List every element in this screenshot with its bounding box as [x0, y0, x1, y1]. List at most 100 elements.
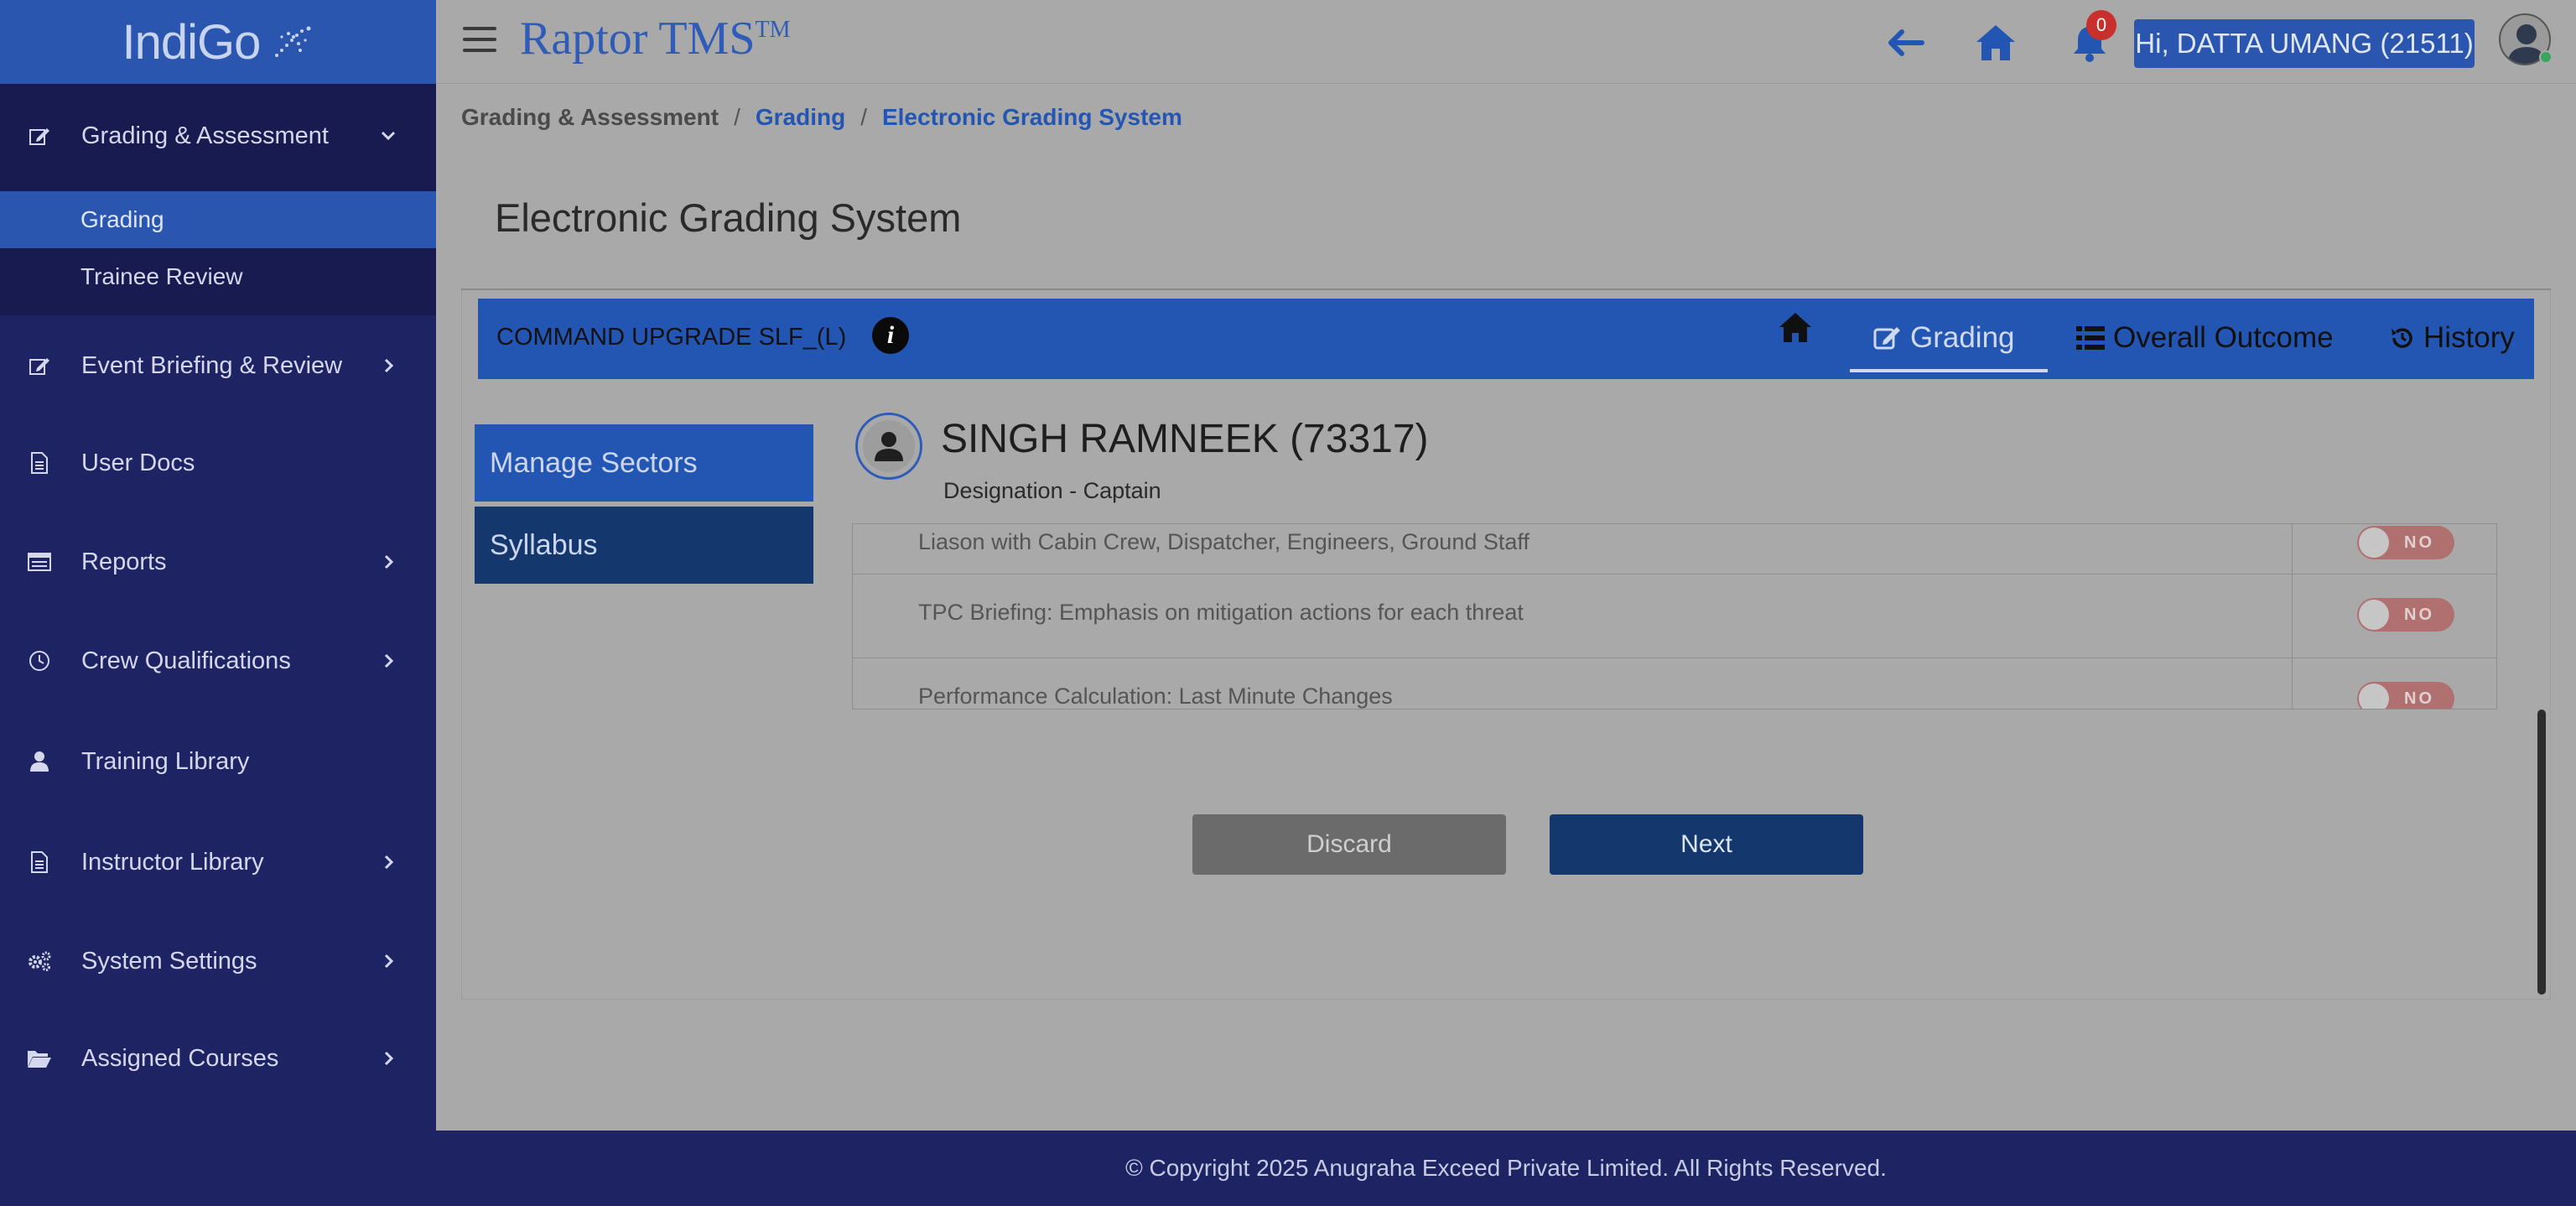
- column-divider: [2292, 524, 2293, 574]
- grading-item-text: Liason with Cabin Crew, Dispatcher, Engi…: [918, 529, 1530, 554]
- indigo-plane-logo-icon: [275, 26, 311, 57]
- breadcrumb: Grading & Assessment / Grading / Electro…: [461, 104, 1182, 131]
- sidebar-item-label: Training Library: [81, 747, 250, 775]
- edit-icon: [27, 123, 52, 148]
- grading-toggle[interactable]: NO: [2357, 682, 2454, 709]
- column-divider: [2292, 574, 2293, 658]
- tab-grading[interactable]: Grading: [1873, 314, 2015, 362]
- list-icon: [2076, 326, 2105, 350]
- sidebar-item-crew-qualifications[interactable]: Crew Qualifications: [0, 636, 436, 686]
- next-button[interactable]: Next: [1550, 814, 1863, 875]
- edit-icon: [27, 353, 52, 378]
- sidebar-item-label: User Docs: [81, 449, 195, 476]
- course-name: COMMAND UPGRADE SLF_(L): [496, 324, 847, 351]
- user-menu-button[interactable]: Hi, DATTA UMANG (21511): [2134, 19, 2475, 68]
- user-icon: [27, 749, 52, 774]
- tab-label: History: [2423, 321, 2515, 354]
- sidebar-subitem-label: Grading: [80, 206, 164, 232]
- chevron-right-icon: [384, 855, 394, 870]
- scrollbar-thumb[interactable]: [2537, 710, 2546, 995]
- sidebar-item-assigned-courses[interactable]: Assigned Courses: [0, 1033, 436, 1084]
- history-icon: [2392, 328, 2412, 348]
- sidebar-item-label: Event Briefing & Review: [81, 351, 343, 379]
- sidebar-item-label: System Settings: [81, 947, 257, 975]
- course-header-bar: COMMAND UPGRADE SLF_(L) i Grading Overal…: [478, 299, 2534, 379]
- footer: © Copyright 2025 Anugraha Exceed Private…: [436, 1131, 2576, 1206]
- sidebar-item-training-library[interactable]: Training Library: [0, 736, 436, 787]
- toggle-knob: [2359, 528, 2389, 558]
- sidebar-item-event-briefing[interactable]: Event Briefing & Review: [0, 340, 436, 391]
- sidebar-subitem-grading[interactable]: Grading: [0, 191, 436, 248]
- sidebar-item-label: Crew Qualifications: [81, 647, 291, 674]
- report-icon: [27, 549, 52, 574]
- grading-toggle[interactable]: NO: [2357, 526, 2454, 559]
- online-status-indicator: [2539, 50, 2553, 64]
- back-arrow-icon[interactable]: [1883, 22, 1927, 64]
- chevron-right-icon: [384, 554, 394, 569]
- table-row: Performance Calculation: Last Minute Cha…: [853, 658, 2496, 709]
- trademark: TM: [755, 17, 791, 43]
- grading-items-table[interactable]: Liason with Cabin Crew, Dispatcher, Engi…: [852, 523, 2497, 710]
- sidebar-item-system-settings[interactable]: System Settings: [0, 936, 436, 986]
- sidebar-item-reports[interactable]: Reports: [0, 537, 436, 587]
- breadcrumb-grading[interactable]: Grading: [756, 104, 845, 131]
- logo-bar: IndiGo: [0, 0, 436, 84]
- notification-badge: 0: [2086, 10, 2116, 40]
- app-brand: Raptor TMSTM: [520, 12, 791, 65]
- gears-icon: [27, 949, 52, 974]
- hamburger-menu-icon[interactable]: [463, 27, 496, 55]
- manage-sectors-button[interactable]: Manage Sectors: [475, 424, 813, 502]
- document-icon: [27, 450, 52, 476]
- syllabus-button[interactable]: Syllabus: [475, 507, 813, 584]
- grading-item-text: Performance Calculation: Last Minute Cha…: [918, 684, 1393, 709]
- sidebar-item-label: Assigned Courses: [81, 1044, 279, 1072]
- breadcrumb-grading-assessment: Grading & Assessment: [461, 104, 719, 130]
- copyright-text: © Copyright 2025 Anugraha Exceed Private…: [1125, 1155, 1887, 1181]
- info-icon[interactable]: i: [872, 317, 909, 354]
- toggle-knob: [2359, 600, 2389, 630]
- home-icon[interactable]: [1974, 22, 2018, 64]
- user-icon: [875, 432, 903, 461]
- trainee-name: SINGH RAMNEEK (73317): [941, 417, 1429, 461]
- sidebar-item-label: Reports: [81, 548, 167, 575]
- toggle-label: NO: [2404, 689, 2434, 708]
- sidebar-item-label: Grading & Assessment: [81, 122, 329, 149]
- chevron-right-icon: [384, 358, 394, 373]
- sidebar-item-grading-assessment[interactable]: Grading & Assessment: [0, 111, 436, 161]
- chevron-right-icon: [384, 954, 394, 969]
- chevron-down-icon: [381, 131, 396, 141]
- discard-button[interactable]: Discard: [1192, 814, 1506, 875]
- chevron-right-icon: [384, 653, 394, 668]
- breadcrumb-separator: /: [860, 104, 867, 130]
- breadcrumb-separator: /: [734, 104, 740, 130]
- document-icon: [27, 850, 52, 875]
- sidebar-item-user-docs[interactable]: User Docs: [0, 438, 436, 488]
- grading-toggle[interactable]: NO: [2357, 598, 2454, 632]
- indigo-logo[interactable]: IndiGo: [122, 14, 262, 70]
- trainee-avatar: [855, 413, 922, 480]
- sidebar-item-instructor-library[interactable]: Instructor Library: [0, 837, 436, 887]
- breadcrumb-electronic-grading[interactable]: Electronic Grading System: [882, 104, 1182, 131]
- column-divider: [2292, 658, 2293, 709]
- tab-overall-outcome[interactable]: Overall Outcome: [2076, 314, 2334, 362]
- chevron-right-icon: [384, 1051, 394, 1066]
- sidebar-subitem-trainee-review[interactable]: Trainee Review: [0, 248, 436, 305]
- tab-history[interactable]: History: [2390, 314, 2515, 362]
- home-icon[interactable]: [1778, 310, 1813, 346]
- clock-icon: [27, 648, 52, 673]
- active-tab-indicator: [1850, 369, 2048, 372]
- app-name: Raptor TMS: [520, 13, 756, 65]
- toggle-label: NO: [2404, 606, 2434, 624]
- side-menu-label: Manage Sectors: [490, 446, 698, 479]
- page-title: Electronic Grading System: [495, 195, 962, 240]
- toggle-knob: [2359, 684, 2389, 709]
- side-menu-label: Syllabus: [490, 528, 598, 561]
- tab-label: Grading: [1910, 321, 2015, 354]
- sidebar-item-label: Instructor Library: [81, 848, 264, 876]
- folder-open-icon: [27, 1046, 52, 1071]
- table-row: Liason with Cabin Crew, Dispatcher, Engi…: [853, 524, 2496, 574]
- trainee-designation: Designation - Captain: [943, 478, 1161, 503]
- tab-label: Overall Outcome: [2113, 321, 2334, 354]
- edit-icon: [1873, 327, 1900, 350]
- toggle-label: NO: [2404, 533, 2434, 552]
